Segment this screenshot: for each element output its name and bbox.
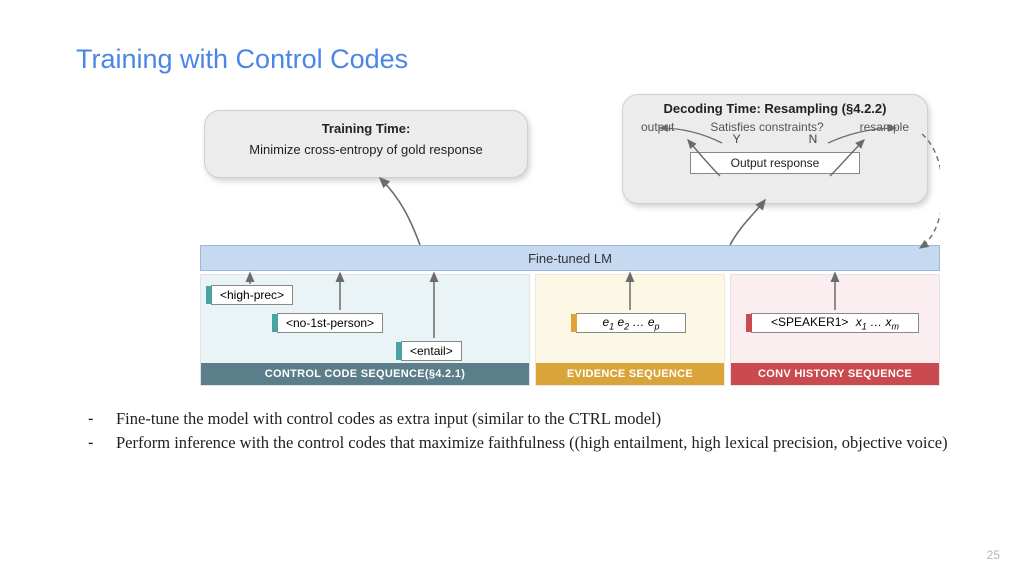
decoding-time-title: Decoding Time: Resampling (§4.2.2) (633, 101, 917, 116)
ctrl-footer: CONTROL CODE SEQUENCE(§4.2.1) (201, 363, 529, 385)
history-region: <SPEAKER1> x1 … xm CONV HISTORY SEQUENCE (730, 274, 940, 386)
history-footer: CONV HISTORY SEQUENCE (731, 363, 939, 385)
output-response-box: Output response (690, 152, 860, 174)
bullet-list: Fine-tune the model with control codes a… (88, 408, 948, 457)
no-label: N (809, 132, 818, 146)
training-time-body: Minimize cross-entropy of gold response (213, 142, 519, 157)
training-time-title: Training Time: (213, 121, 519, 136)
output-label: output (641, 120, 674, 134)
bullet-1: Fine-tune the model with control codes a… (88, 408, 948, 430)
finetuned-lm-bar: Fine-tuned LM (200, 245, 940, 271)
bullet-2: Perform inference with the control codes… (88, 432, 948, 454)
page-number: 25 (987, 548, 1000, 562)
ctrl-token-high-prec: <high-prec> (211, 285, 293, 305)
history-token: <SPEAKER1> x1 … xm (751, 313, 919, 333)
decoding-time-callout: Decoding Time: Resampling (§4.2.2) outpu… (622, 94, 928, 204)
evidence-token: e1 e2 … ep (576, 313, 686, 333)
control-code-region: <high-prec> <no-1st-person> <entail> CON… (200, 274, 530, 386)
training-time-callout: Training Time: Minimize cross-entropy of… (204, 110, 528, 178)
yes-label: Y (733, 132, 741, 146)
evidence-footer: EVIDENCE SEQUENCE (536, 363, 724, 385)
resample-label: resample (860, 120, 909, 134)
evidence-region: e1 e2 … ep EVIDENCE SEQUENCE (535, 274, 725, 386)
constraint-label: Satisfies constraints? (710, 120, 823, 134)
ctrl-token-no-1st-person: <no-1st-person> (277, 313, 383, 333)
diagram: Training Time: Minimize cross-entropy of… (200, 98, 940, 388)
ctrl-token-entail: <entail> (401, 341, 462, 361)
slide-title: Training with Control Codes (76, 44, 408, 75)
